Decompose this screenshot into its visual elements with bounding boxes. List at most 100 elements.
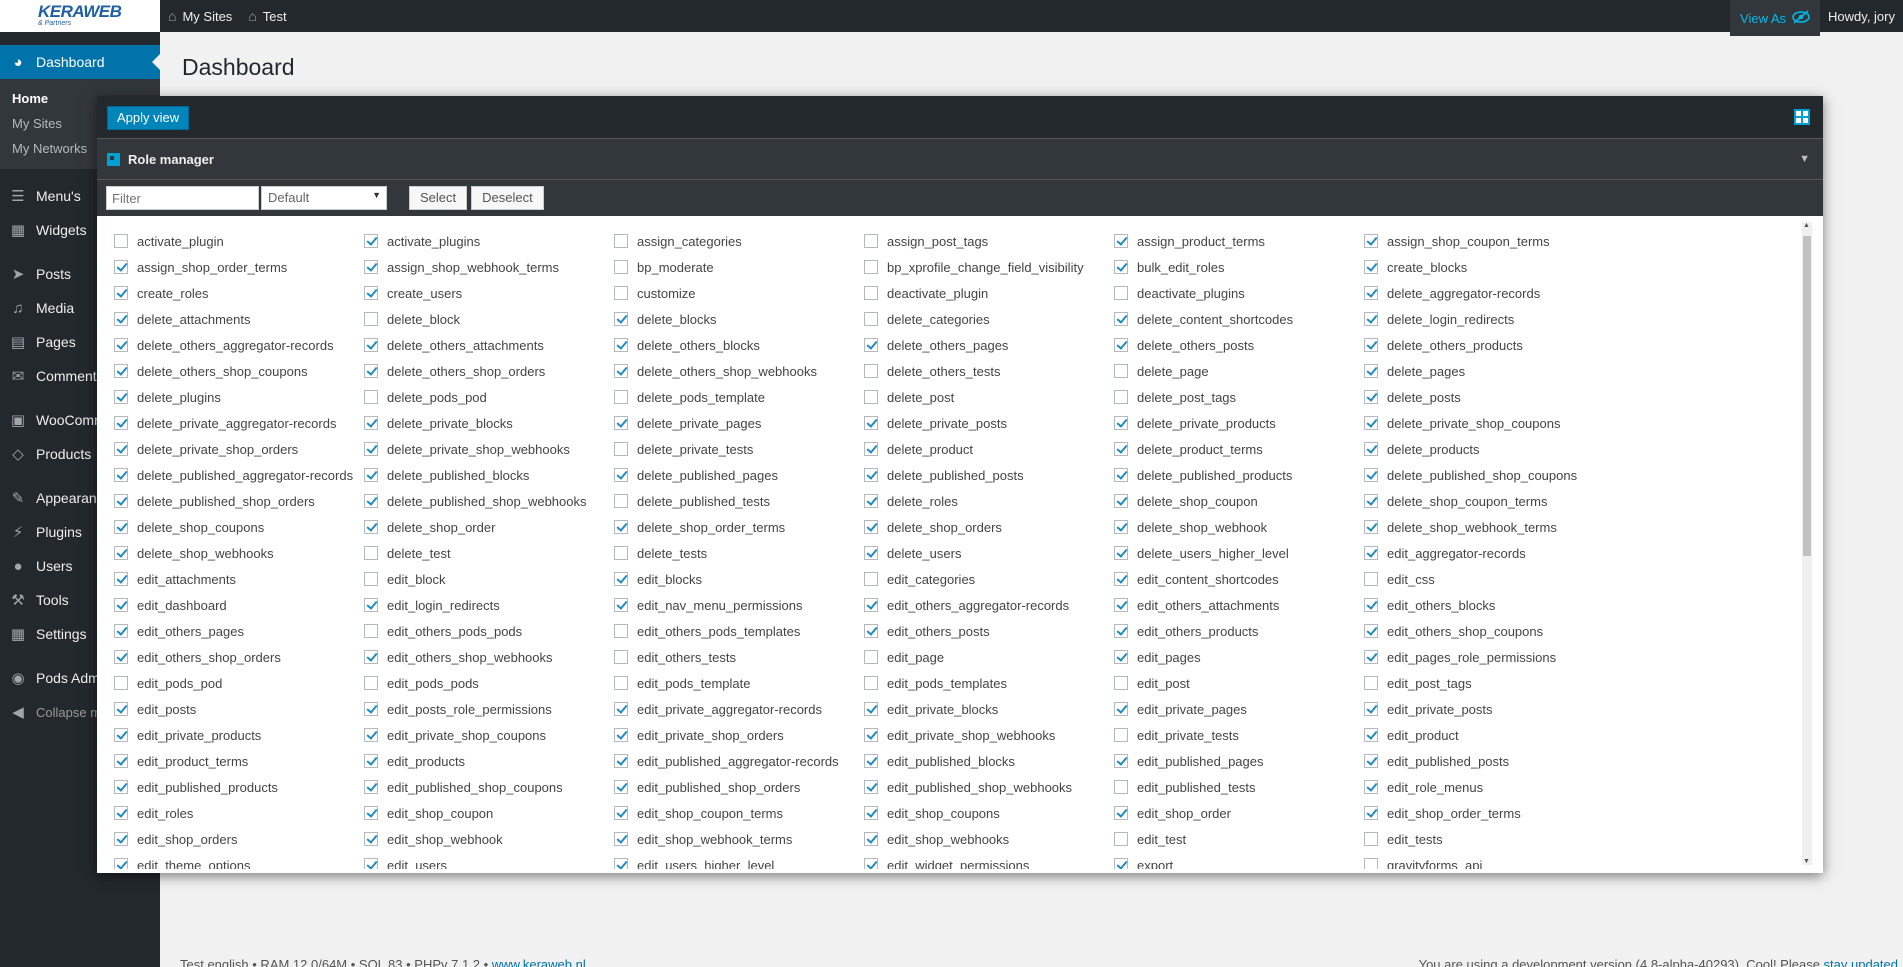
capability-item[interactable]: delete_published_pages xyxy=(614,462,864,488)
capability-item[interactable]: delete_block xyxy=(364,306,614,332)
capability-item[interactable]: delete_products xyxy=(1364,436,1614,462)
capability-item[interactable]: edit_nav_menu_permissions xyxy=(614,592,864,618)
capability-checkbox[interactable] xyxy=(1364,676,1378,690)
capability-item[interactable]: edit_posts_role_permissions xyxy=(364,696,614,722)
capability-checkbox[interactable] xyxy=(1114,442,1128,456)
howdy-user[interactable]: Howdy, jory xyxy=(1820,9,1903,24)
capability-item[interactable]: edit_private_shop_coupons xyxy=(364,722,614,748)
capability-checkbox[interactable] xyxy=(1114,650,1128,664)
capability-checkbox[interactable] xyxy=(864,702,878,716)
capability-checkbox[interactable] xyxy=(864,468,878,482)
view-as-button[interactable]: View As xyxy=(1730,0,1821,36)
capability-checkbox[interactable] xyxy=(114,702,128,716)
capability-checkbox[interactable] xyxy=(364,234,378,248)
capability-item[interactable]: edit_aggregator-records xyxy=(1364,540,1614,566)
capability-checkbox[interactable] xyxy=(114,494,128,508)
capability-checkbox[interactable] xyxy=(364,416,378,430)
capability-checkbox[interactable] xyxy=(364,572,378,586)
footer-keraweb-link[interactable]: www.keraweb.nl xyxy=(492,957,586,967)
capability-item[interactable]: activate_plugin xyxy=(114,228,364,254)
capability-checkbox[interactable] xyxy=(864,260,878,274)
capability-checkbox[interactable] xyxy=(614,494,628,508)
capability-item[interactable]: delete_tests xyxy=(614,540,864,566)
capability-checkbox[interactable] xyxy=(614,728,628,742)
capability-item[interactable]: delete_others_shop_coupons xyxy=(114,358,364,384)
capability-checkbox[interactable] xyxy=(614,676,628,690)
capability-item[interactable]: edit_product xyxy=(1364,722,1614,748)
capability-checkbox[interactable] xyxy=(864,364,878,378)
capability-item[interactable]: delete_published_products xyxy=(1114,462,1364,488)
capability-checkbox[interactable] xyxy=(114,754,128,768)
capability-checkbox[interactable] xyxy=(1364,520,1378,534)
capability-checkbox[interactable] xyxy=(114,416,128,430)
capability-item[interactable]: edit_published_posts xyxy=(1364,748,1614,774)
capability-item[interactable]: edit_others_blocks xyxy=(1364,592,1614,618)
capability-item[interactable]: edit_css xyxy=(1364,566,1614,592)
capability-item[interactable]: delete_others_shop_orders xyxy=(364,358,614,384)
capability-checkbox[interactable] xyxy=(864,728,878,742)
capability-item[interactable]: edit_others_shop_orders xyxy=(114,644,364,670)
capability-item[interactable]: delete_shop_webhook xyxy=(1114,514,1364,540)
capability-item[interactable]: activate_plugins xyxy=(364,228,614,254)
deselect-button[interactable]: Deselect xyxy=(471,186,544,210)
capability-checkbox[interactable] xyxy=(614,780,628,794)
capability-checkbox[interactable] xyxy=(614,754,628,768)
capability-item[interactable]: delete_private_aggregator-records xyxy=(114,410,364,436)
capability-checkbox[interactable] xyxy=(1114,728,1128,742)
capability-checkbox[interactable] xyxy=(114,468,128,482)
capability-item[interactable]: delete_private_tests xyxy=(614,436,864,462)
capability-checkbox[interactable] xyxy=(614,520,628,534)
capability-checkbox[interactable] xyxy=(114,338,128,352)
capability-checkbox[interactable] xyxy=(614,416,628,430)
capability-checkbox[interactable] xyxy=(1364,442,1378,456)
capability-checkbox[interactable] xyxy=(364,728,378,742)
capability-item[interactable]: delete_others_shop_webhooks xyxy=(614,358,864,384)
capability-checkbox[interactable] xyxy=(614,286,628,300)
capability-checkbox[interactable] xyxy=(114,832,128,846)
capability-item[interactable]: edit_theme_options xyxy=(114,852,364,869)
capability-checkbox[interactable] xyxy=(864,390,878,404)
capability-checkbox[interactable] xyxy=(614,546,628,560)
capability-checkbox[interactable] xyxy=(614,442,628,456)
capability-checkbox[interactable] xyxy=(364,702,378,716)
footer-update-link[interactable]: stay updated xyxy=(1824,957,1898,967)
capability-item[interactable]: delete_published_shop_orders xyxy=(114,488,364,514)
capability-item[interactable]: delete_others_blocks xyxy=(614,332,864,358)
capability-checkbox[interactable] xyxy=(614,858,628,869)
capability-checkbox[interactable] xyxy=(114,520,128,534)
capability-checkbox[interactable] xyxy=(114,442,128,456)
capability-item[interactable]: edit_product_terms xyxy=(114,748,364,774)
capability-item[interactable]: edit_widget_permissions xyxy=(864,852,1114,869)
capability-item[interactable]: delete_private_products xyxy=(1114,410,1364,436)
capability-item[interactable]: delete_published_tests xyxy=(614,488,864,514)
capability-item[interactable]: delete_shop_order xyxy=(364,514,614,540)
capability-checkbox[interactable] xyxy=(1364,338,1378,352)
capability-checkbox[interactable] xyxy=(864,754,878,768)
capability-checkbox[interactable] xyxy=(1114,260,1128,274)
capability-item[interactable]: edit_private_aggregator-records xyxy=(614,696,864,722)
capability-item[interactable]: edit_post_tags xyxy=(1364,670,1614,696)
capability-item[interactable]: delete_private_shop_orders xyxy=(114,436,364,462)
capability-item[interactable]: edit_content_shortcodes xyxy=(1114,566,1364,592)
capability-checkbox[interactable] xyxy=(1364,572,1378,586)
capability-checkbox[interactable] xyxy=(364,468,378,482)
capability-item[interactable]: edit_roles xyxy=(114,800,364,826)
capability-item[interactable]: edit_published_shop_webhooks xyxy=(864,774,1114,800)
capability-checkbox[interactable] xyxy=(114,858,128,869)
capability-checkbox[interactable] xyxy=(864,676,878,690)
filter-input[interactable] xyxy=(106,186,259,210)
capability-item[interactable]: edit_others_attachments xyxy=(1114,592,1364,618)
capability-checkbox[interactable] xyxy=(864,520,878,534)
capability-checkbox[interactable] xyxy=(1364,832,1378,846)
capability-item[interactable]: delete_others_tests xyxy=(864,358,1114,384)
capability-checkbox[interactable] xyxy=(1364,780,1378,794)
capability-checkbox[interactable] xyxy=(864,546,878,560)
capability-checkbox[interactable] xyxy=(1114,416,1128,430)
capability-checkbox[interactable] xyxy=(114,286,128,300)
capability-item[interactable]: delete_others_aggregator-records xyxy=(114,332,364,358)
capability-item[interactable]: create_blocks xyxy=(1364,254,1614,280)
capability-item[interactable]: edit_private_shop_webhooks xyxy=(864,722,1114,748)
capability-item[interactable]: delete_published_shop_coupons xyxy=(1364,462,1614,488)
capability-item[interactable]: edit_page xyxy=(864,644,1114,670)
site-name-link[interactable]: ⌂ Test xyxy=(240,0,294,32)
